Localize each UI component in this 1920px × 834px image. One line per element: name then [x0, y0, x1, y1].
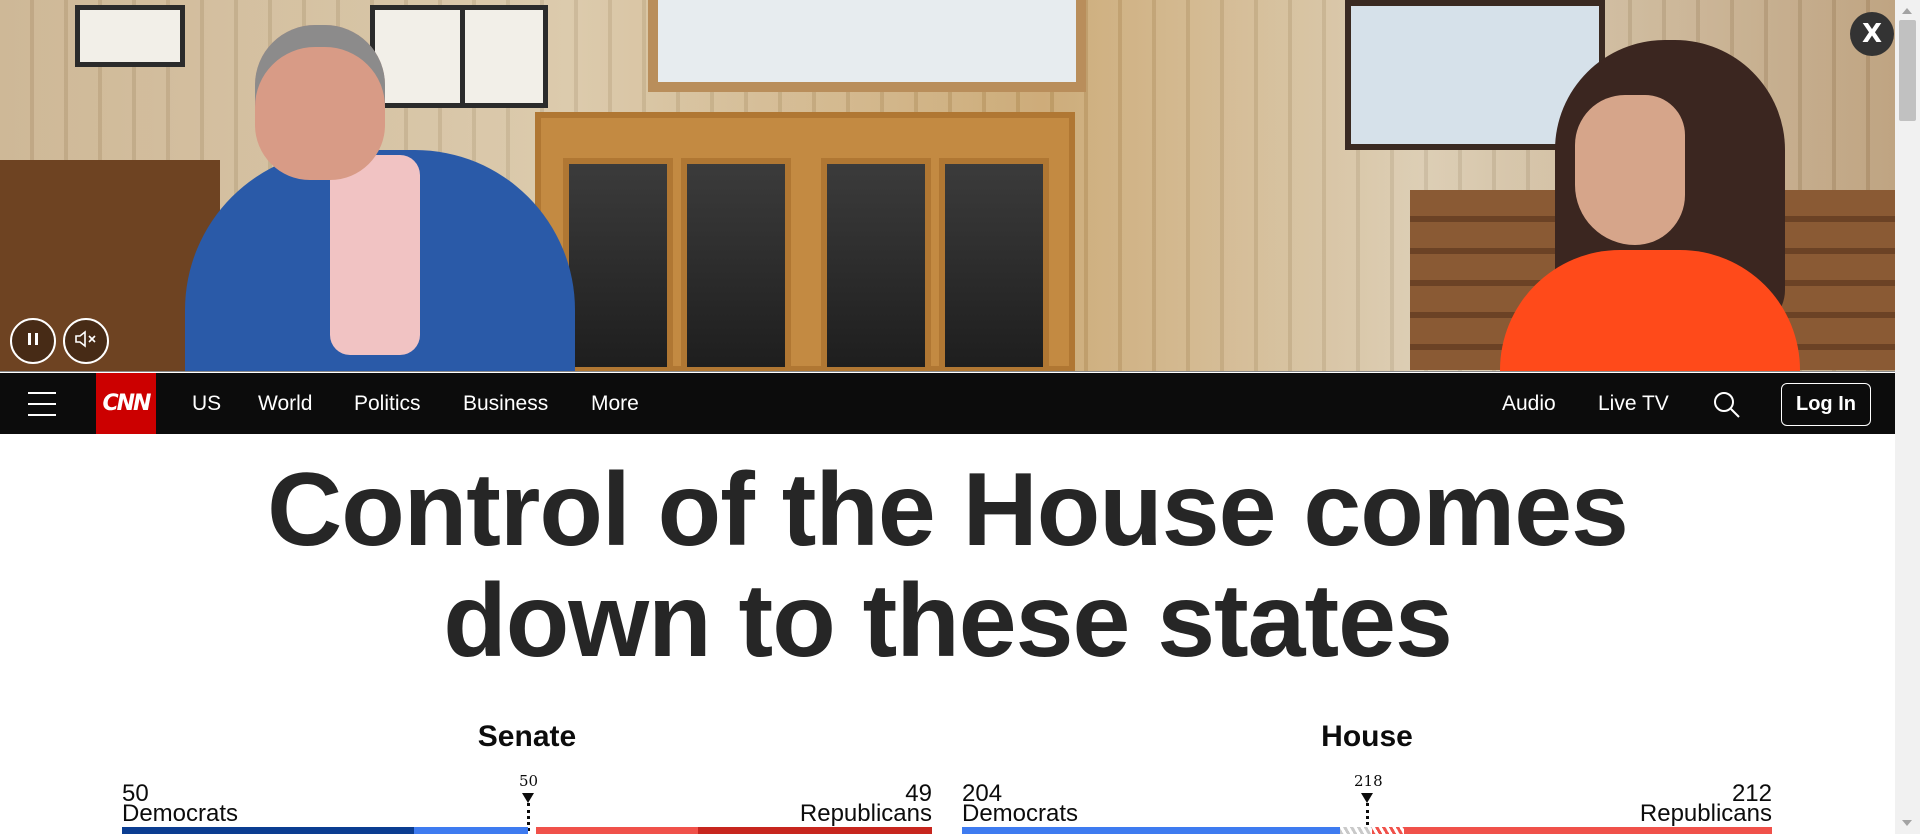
video-player[interactable]	[0, 0, 1895, 372]
login-button[interactable]: Log In	[1781, 383, 1871, 426]
nav-link-business[interactable]: Business	[463, 373, 548, 434]
senate-majority-marker-icon	[522, 793, 534, 803]
house-uncalled-bar	[1340, 827, 1372, 834]
house-majority-marker-icon	[1361, 793, 1373, 803]
senate-majority-label: 50	[519, 772, 539, 790]
scroll-up-arrow-icon[interactable]	[1902, 8, 1912, 14]
house-dem-seats-bar	[962, 827, 1340, 834]
house-dem-label: Democrats	[962, 800, 1079, 827]
mute-button[interactable]	[63, 318, 109, 364]
video-interviewee-shirt	[330, 155, 420, 355]
headline-line-1: Control of the House comes	[267, 452, 1629, 568]
senate-dem-label-text: Democrats	[122, 800, 239, 827]
senate-dem-holdover-bar	[414, 827, 528, 834]
search-icon[interactable]	[1712, 390, 1742, 420]
page-headline: Control of the House comes down to these…	[0, 455, 1895, 677]
scrollbar-thumb[interactable]	[1899, 20, 1916, 121]
nav-link-live-tv[interactable]: Live TV	[1598, 373, 1669, 434]
house-rep-leading-bar	[1372, 827, 1404, 834]
nav-link-politics[interactable]: Politics	[354, 373, 421, 434]
house-rep-seats-bar	[1404, 827, 1772, 834]
video-cabinet-door	[821, 158, 931, 371]
cnn-logo[interactable]: CNN	[96, 373, 156, 434]
house-title: House	[1321, 720, 1413, 753]
nav-link-audio[interactable]: Audio	[1502, 373, 1556, 434]
hamburger-menu-icon[interactable]	[28, 392, 56, 416]
video-background-window	[648, 0, 1086, 92]
close-icon: X	[1861, 19, 1883, 49]
nav-link-more[interactable]: More	[591, 373, 639, 434]
senate-rep-holdover-bar	[536, 827, 698, 834]
senate-rep-label: Republicans	[799, 800, 932, 827]
video-cabinet	[535, 112, 1075, 371]
scroll-down-arrow-icon[interactable]	[1902, 820, 1912, 826]
video-cabinet-door	[939, 158, 1049, 371]
headline-line-2: down to these states	[443, 563, 1453, 679]
video-interviewer-face	[1575, 95, 1685, 245]
senate-rep-seats-bar	[698, 827, 932, 834]
pause-button[interactable]	[10, 318, 56, 364]
video-wall-frame	[460, 5, 548, 108]
video-cabinet-door	[681, 158, 791, 371]
top-navigation: CNN US World Politics Business More Audi…	[0, 373, 1895, 434]
video-cabinet-door	[563, 158, 673, 371]
video-wall-frame	[75, 5, 185, 67]
video-interviewee-head	[255, 25, 385, 180]
house-majority-label: 218	[1354, 772, 1383, 790]
muted-speaker-icon	[74, 329, 98, 353]
house-rep-label: Republicans	[1639, 800, 1772, 827]
page-scrollbar[interactable]	[1895, 0, 1920, 834]
nav-link-world[interactable]: World	[258, 373, 312, 434]
close-video-button[interactable]: X	[1850, 12, 1894, 56]
pause-icon	[25, 331, 41, 352]
senate-title: Senate	[477, 720, 577, 753]
nav-link-us[interactable]: US	[192, 373, 221, 434]
senate-dem-seats-bar	[122, 827, 414, 834]
